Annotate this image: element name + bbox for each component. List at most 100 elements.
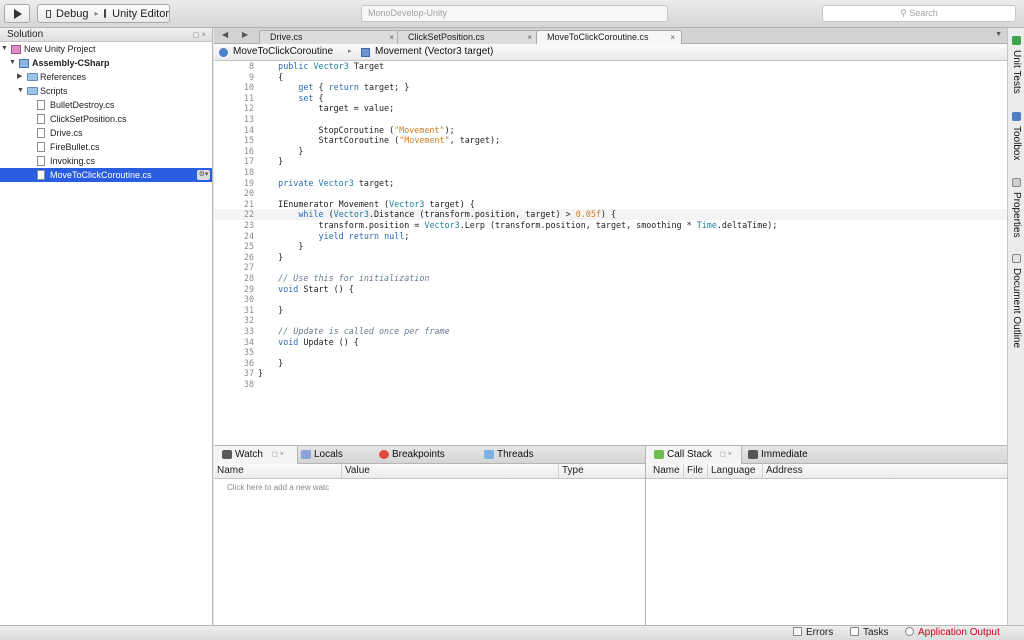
folder-icon bbox=[27, 73, 38, 81]
code-line[interactable]: 14 StopCoroutine ("Movement"); bbox=[214, 125, 1007, 136]
tree-item[interactable]: ▼ Assembly-CSharp bbox=[0, 56, 212, 70]
solution-tree: ▼ New Unity Project ▼ Assembly-CSharp ▶ Refer… bbox=[0, 42, 212, 182]
document-tab[interactable]: ClickSetPosition.cs × bbox=[397, 30, 539, 44]
code-line[interactable]: 17 } bbox=[214, 156, 1007, 167]
cs-file-icon bbox=[37, 170, 45, 180]
chevron-down-icon[interactable]: ▼ bbox=[9, 56, 16, 70]
code-line[interactable]: 21 IEnumerator Movement (Vector3 target)… bbox=[214, 199, 1007, 210]
code-line[interactable]: 12 target = value; bbox=[214, 103, 1007, 114]
dock-toolbox[interactable]: Toolbox bbox=[1008, 110, 1024, 166]
code-line[interactable]: 9 { bbox=[214, 72, 1007, 83]
code-line[interactable]: 24 yield return null; bbox=[214, 231, 1007, 242]
dock-properties[interactable]: Properties bbox=[1008, 176, 1024, 242]
code-line[interactable]: 27 bbox=[214, 262, 1007, 273]
application-output-label: Application Output bbox=[918, 627, 1000, 638]
code-editor[interactable]: 8 public Vector3 Target 9 {10 get { retur… bbox=[214, 61, 1007, 445]
code-line[interactable]: 38 bbox=[214, 379, 1007, 390]
column-type[interactable]: Type bbox=[559, 464, 645, 479]
document-tab[interactable]: Drive.cs × bbox=[259, 30, 401, 44]
document-tab[interactable]: MoveToClickCoroutine.cs × bbox=[536, 30, 682, 44]
tab-list-chevron-icon[interactable]: ▼ bbox=[995, 31, 1002, 38]
tab-call-stack[interactable]: Call Stack ◻ × bbox=[646, 446, 742, 464]
tree-item[interactable]: ClickSetPosition.cs bbox=[0, 112, 212, 126]
tree-item[interactable]: Invoking.cs bbox=[0, 154, 212, 168]
solution-pad-header: Solution ◻ × bbox=[0, 28, 212, 42]
tree-item[interactable]: FireBullet.cs bbox=[0, 140, 212, 154]
code-line[interactable]: 16 } bbox=[214, 146, 1007, 157]
code-line[interactable]: 32 bbox=[214, 315, 1007, 326]
close-icon[interactable]: × bbox=[670, 31, 675, 44]
column-value[interactable]: Value bbox=[342, 464, 559, 479]
tab-back-icon[interactable]: ◀ bbox=[222, 30, 228, 39]
add-watch-hint[interactable]: Click here to add a new watc bbox=[227, 483, 329, 492]
line-number: 35 bbox=[243, 347, 254, 358]
watch-pad: Watch ◻ × Locals Breakpoints Threads Nam… bbox=[214, 445, 646, 625]
callstack-icon bbox=[654, 450, 664, 459]
tab-breakpoints-label: Breakpoints bbox=[392, 449, 445, 460]
unit-tests-icon bbox=[1012, 36, 1021, 45]
tab-immediate[interactable]: Immediate bbox=[742, 446, 832, 464]
column-file[interactable]: File bbox=[684, 464, 708, 479]
watch-pad-tabs: Watch ◻ × Locals Breakpoints Threads bbox=[214, 446, 645, 464]
code-line[interactable]: 35 bbox=[214, 347, 1007, 358]
code-line[interactable]: 31 } bbox=[214, 305, 1007, 316]
breadcrumb-class[interactable]: MoveToClickCoroutine bbox=[233, 44, 333, 60]
class-icon bbox=[219, 48, 228, 57]
tab-breakpoints[interactable]: Breakpoints bbox=[376, 446, 481, 464]
tree-item[interactable]: ▶ References bbox=[0, 70, 212, 84]
code-line[interactable]: 15 StartCoroutine ("Movement", target); bbox=[214, 135, 1007, 146]
tree-item[interactable]: ▼ Scripts bbox=[0, 84, 212, 98]
code-line[interactable]: 10 get { return target; } bbox=[214, 82, 1007, 93]
code-line[interactable]: 22 while (Vector3.Distance (transform.po… bbox=[214, 209, 1007, 220]
column-name[interactable]: Name bbox=[646, 464, 684, 479]
dock-document-outline[interactable]: Document Outline bbox=[1008, 252, 1024, 358]
chevron-down-icon[interactable]: ▼ bbox=[1, 42, 8, 56]
tab-forward-icon[interactable]: ▶ bbox=[242, 30, 248, 39]
tab-locals[interactable]: Locals bbox=[298, 446, 376, 464]
tab-watch[interactable]: Watch ◻ × bbox=[214, 446, 298, 464]
tasks-button[interactable]: Tasks bbox=[850, 626, 889, 640]
chevron-down-icon[interactable]: ▼ bbox=[17, 84, 24, 98]
line-number: 21 bbox=[243, 198, 254, 209]
line-number: 14 bbox=[243, 124, 254, 135]
column-language[interactable]: Language bbox=[708, 464, 763, 479]
code-line[interactable]: 34 void Update () { bbox=[214, 337, 1007, 348]
run-configuration-selector[interactable]: Debug ▸ Unity Editor bbox=[37, 4, 170, 23]
tree-item[interactable]: Drive.cs bbox=[0, 126, 212, 140]
callstack-pad-controls[interactable]: ◻ × bbox=[720, 446, 732, 463]
pad-controls[interactable]: ◻ × bbox=[192, 28, 206, 41]
document-tab-label: MoveToClickCoroutine.cs bbox=[547, 32, 649, 42]
code-line[interactable]: 30 bbox=[214, 294, 1007, 305]
tab-threads[interactable]: Threads bbox=[481, 446, 571, 464]
tree-item[interactable]: BulletDestroy.cs bbox=[0, 98, 212, 112]
code-line[interactable]: 26 } bbox=[214, 252, 1007, 263]
code-line[interactable]: 20 bbox=[214, 188, 1007, 199]
watch-pad-controls[interactable]: ◻ × bbox=[272, 446, 284, 463]
tree-item[interactable]: ▼ New Unity Project bbox=[0, 42, 212, 56]
code-line[interactable]: 18 bbox=[214, 167, 1007, 178]
column-name[interactable]: Name bbox=[214, 464, 342, 479]
tree-item[interactable]: MoveToClickCoroutine.cs ⚙▾ bbox=[0, 168, 212, 182]
code-line[interactable]: 25 } bbox=[214, 241, 1007, 252]
code-line[interactable]: 11 set { bbox=[214, 93, 1007, 104]
code-line[interactable]: 33 // Update is called once per frame bbox=[214, 326, 1007, 337]
code-line[interactable]: 37} bbox=[214, 368, 1007, 379]
item-options-gear-icon[interactable]: ⚙▾ bbox=[197, 170, 210, 180]
code-line[interactable]: 28 // Use this for initialization bbox=[214, 273, 1007, 284]
search-input[interactable]: ⚲ Search bbox=[822, 5, 1016, 22]
column-address[interactable]: Address bbox=[763, 464, 1007, 479]
chevron-right-icon[interactable]: ▶ bbox=[17, 70, 22, 84]
code-line[interactable]: 19 private Vector3 target; bbox=[214, 178, 1007, 189]
breadcrumb-member[interactable]: Movement (Vector3 target) bbox=[375, 44, 493, 60]
dock-unit-tests[interactable]: Unit Tests bbox=[1008, 34, 1024, 100]
close-icon[interactable]: × bbox=[527, 31, 532, 44]
close-icon[interactable]: × bbox=[389, 31, 394, 44]
code-line[interactable]: 13 bbox=[214, 114, 1007, 125]
application-output-button[interactable]: Application Output bbox=[905, 626, 1000, 640]
code-line[interactable]: 8 public Vector3 Target bbox=[214, 61, 1007, 72]
run-button[interactable] bbox=[4, 4, 30, 23]
code-line[interactable]: 29 void Start () { bbox=[214, 284, 1007, 295]
code-line[interactable]: 23 transform.position = Vector3.Lerp (tr… bbox=[214, 220, 1007, 231]
code-line[interactable]: 36 } bbox=[214, 358, 1007, 369]
errors-button[interactable]: Errors bbox=[793, 626, 833, 640]
